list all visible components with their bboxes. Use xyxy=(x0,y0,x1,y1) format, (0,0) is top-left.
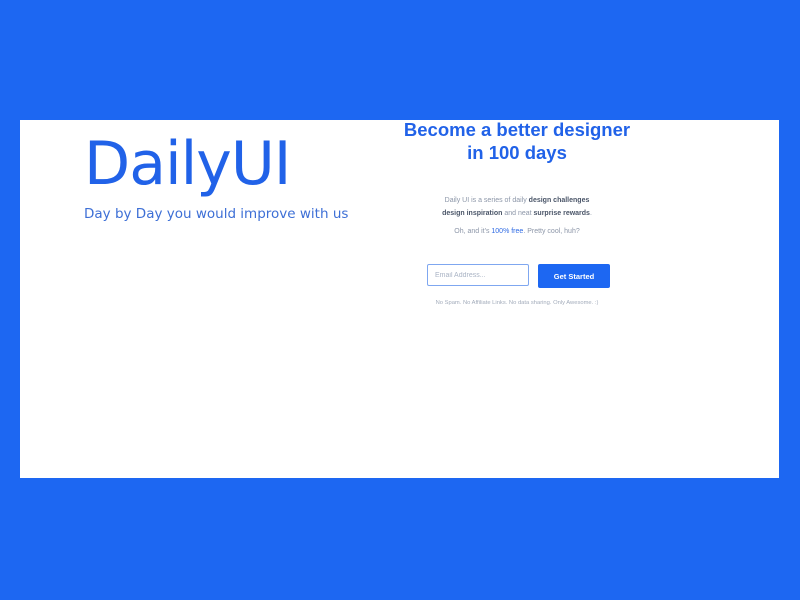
description-text: . xyxy=(589,210,592,217)
disclaimer: No Spam. No Affiliate Links. No data sha… xyxy=(435,300,599,306)
description-highlight: design inspiration xyxy=(442,210,503,217)
get-started-button[interactable]: Get Started xyxy=(538,264,610,288)
signup-form: Get Started xyxy=(427,264,617,288)
signup-panel: Become a better designer in 100 days Dai… xyxy=(392,118,642,235)
headline: Become a better designer in 100 days xyxy=(392,118,642,164)
description-text: Daily UI is a series of daily xyxy=(444,197,529,204)
logo: DailyUI xyxy=(84,129,291,199)
free-note-highlight: 100% free xyxy=(491,228,524,235)
description-text: and neat xyxy=(502,210,534,217)
description-highlight: surprise rewards xyxy=(533,210,590,217)
headline-line-2: in 100 days xyxy=(467,142,567,163)
email-input[interactable] xyxy=(427,264,529,286)
free-note-text: Oh, and it's xyxy=(454,228,492,235)
free-note: Oh, and it's 100% free. Pretty cool, huh… xyxy=(392,228,642,235)
brand-block: DailyUI Day by Day you would improve wit… xyxy=(84,128,364,222)
headline-line-1: Become a better designer xyxy=(403,119,631,140)
description: Daily UI is a series of daily design cha… xyxy=(392,194,642,220)
tagline: Day by Day you would improve with us xyxy=(84,206,349,222)
description-highlight: design challenges xyxy=(528,197,590,204)
free-note-text: . Pretty cool, huh? xyxy=(523,228,580,235)
